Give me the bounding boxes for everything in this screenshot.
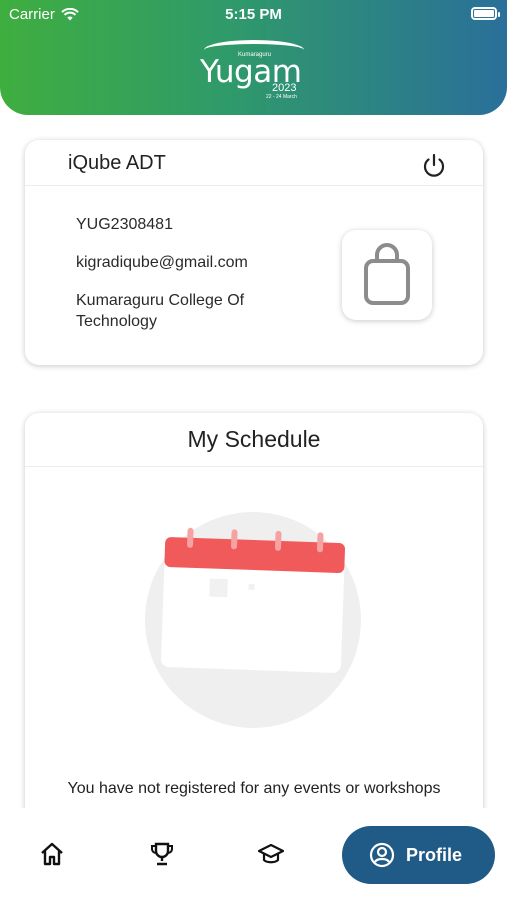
clock: 5:15 PM [225,6,282,23]
profile-details: YUG2308481 kigradiqube@gmail.com Kumarag… [76,214,306,349]
nav-profile-button[interactable]: Profile [342,826,495,884]
trophy-icon[interactable] [149,841,175,867]
logo-year: 2023 [272,82,297,94]
calendar-illustration [145,512,361,728]
home-icon[interactable] [39,841,65,867]
user-name: iQube ADT [68,152,166,174]
battery-icon [471,7,500,20]
pass-button[interactable] [342,230,432,320]
profile-card: iQube ADT YUG2308481 kigradiqube@gmail.c… [25,140,483,365]
user-email: kigradiqube@gmail.com [76,254,248,271]
empty-schedule-message: You have not registered for any events o… [67,780,441,797]
user-id: YUG2308481 [76,216,173,233]
bottom-nav: Profile [0,808,507,900]
power-icon[interactable] [419,150,449,180]
profile-card-header: iQube ADT [25,140,483,186]
logo-dates: 22 - 24 March [266,94,297,100]
schedule-header: My Schedule [25,413,483,467]
user-circle-icon [369,842,395,868]
graduation-cap-icon[interactable] [258,841,284,867]
nav-profile-label: Profile [406,844,463,865]
user-college: Kumaraguru College Of Technology [76,292,245,330]
battery-level [474,10,494,17]
app-header: Carrier 5:15 PM Kumaraguru Yugam 2023 22… [0,0,507,115]
schedule-title: My Schedule [187,426,321,452]
schedule-card: My Schedule You have not registered for … [25,413,483,833]
status-bar: Carrier 5:15 PM [0,0,507,28]
yugam-logo: Kumaraguru Yugam 2023 22 - 24 March [196,38,316,102]
shopping-bag-icon [364,243,410,305]
